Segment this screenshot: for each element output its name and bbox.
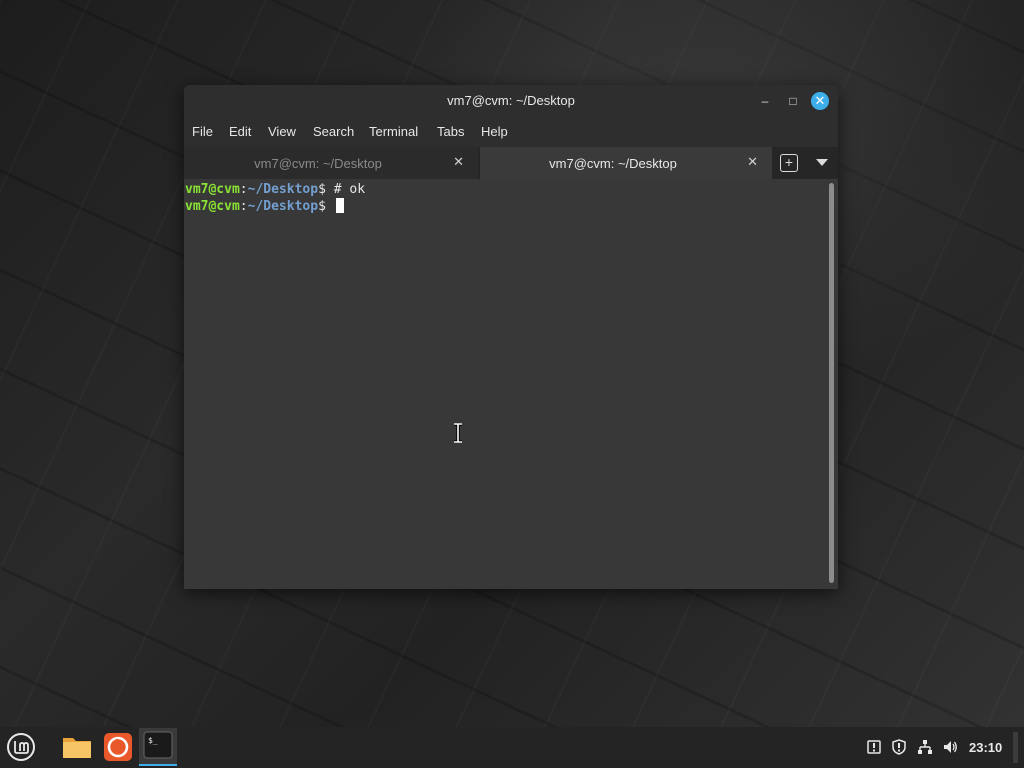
terminal-line: vm7@cvm:~/Desktop$ bbox=[185, 198, 829, 215]
menu-file[interactable]: File bbox=[192, 124, 213, 139]
command-text: # ok bbox=[325, 182, 366, 197]
prompt-path: ~/Desktop bbox=[247, 182, 319, 197]
tab-label: vm7@cvm: ~/Desktop bbox=[549, 156, 677, 171]
terminal-line: vm7@cvm:~/Desktop$ # ok bbox=[185, 181, 829, 198]
maximize-button[interactable]: □ bbox=[784, 92, 802, 110]
menu-search[interactable]: Search bbox=[313, 124, 354, 139]
prompt-symbol: $ bbox=[318, 199, 326, 214]
prompt-separator: : bbox=[239, 182, 248, 197]
network-icon[interactable] bbox=[917, 739, 933, 755]
firefox-icon[interactable] bbox=[101, 731, 135, 763]
tab-active[interactable]: vm7@cvm: ~/Desktop ✕ bbox=[480, 147, 772, 179]
prompt-path: ~/Desktop bbox=[247, 199, 319, 214]
prompt-user: vm7@cvm bbox=[185, 199, 240, 214]
prompt-separator: : bbox=[239, 199, 248, 214]
terminal-icon-text: $_ bbox=[148, 736, 158, 745]
tab-close-icon[interactable]: ✕ bbox=[747, 154, 758, 170]
clock[interactable]: 23:10 bbox=[969, 740, 1002, 755]
terminal-taskbar-button[interactable]: $_ bbox=[139, 728, 177, 766]
taskbar: $_ 23:10 bbox=[0, 727, 1024, 768]
title-bar[interactable]: vm7@cvm: ~/Desktop – □ ✕ bbox=[184, 85, 838, 117]
menu-help[interactable]: Help bbox=[481, 124, 508, 139]
scrollbar[interactable] bbox=[829, 183, 834, 583]
update-manager-icon[interactable] bbox=[866, 739, 882, 755]
window-title: vm7@cvm: ~/Desktop bbox=[447, 93, 575, 108]
tab-bar: vm7@cvm: ~/Desktop ✕ vm7@cvm: ~/Desktop … bbox=[184, 147, 838, 179]
terminal-icon: $_ bbox=[143, 731, 173, 759]
new-tab-button[interactable]: + bbox=[780, 154, 798, 172]
volume-icon[interactable] bbox=[942, 739, 958, 755]
prompt-user: vm7@cvm bbox=[185, 182, 240, 197]
tab-close-icon[interactable]: ✕ bbox=[453, 154, 464, 170]
menu-bar: File Edit View Search Terminal Tabs Help bbox=[184, 117, 838, 147]
tab-inactive[interactable]: vm7@cvm: ~/Desktop ✕ bbox=[184, 147, 478, 179]
menu-edit[interactable]: Edit bbox=[229, 124, 251, 139]
menu-tabs[interactable]: Tabs bbox=[437, 124, 464, 139]
mint-menu-icon[interactable] bbox=[6, 732, 36, 762]
command-text bbox=[326, 199, 334, 214]
terminal-window[interactable]: vm7@cvm: ~/Desktop – □ ✕ File Edit View … bbox=[184, 85, 838, 589]
tab-label: vm7@cvm: ~/Desktop bbox=[254, 156, 382, 171]
close-button[interactable]: ✕ bbox=[811, 92, 829, 110]
shield-icon[interactable] bbox=[891, 739, 907, 755]
menu-view[interactable]: View bbox=[268, 124, 296, 139]
menu-terminal[interactable]: Terminal bbox=[369, 124, 418, 139]
terminal-output[interactable]: vm7@cvm:~/Desktop$ # ok vm7@cvm:~/Deskto… bbox=[184, 179, 829, 589]
ibeam-cursor-icon bbox=[454, 423, 462, 443]
minimize-button[interactable]: – bbox=[756, 92, 774, 110]
text-cursor bbox=[335, 198, 344, 213]
prompt-symbol: $ bbox=[318, 182, 326, 197]
active-indicator bbox=[139, 764, 177, 766]
folder-icon[interactable] bbox=[60, 731, 94, 763]
tabs-dropdown-icon[interactable] bbox=[816, 159, 828, 166]
show-desktop-button[interactable] bbox=[1013, 732, 1018, 763]
